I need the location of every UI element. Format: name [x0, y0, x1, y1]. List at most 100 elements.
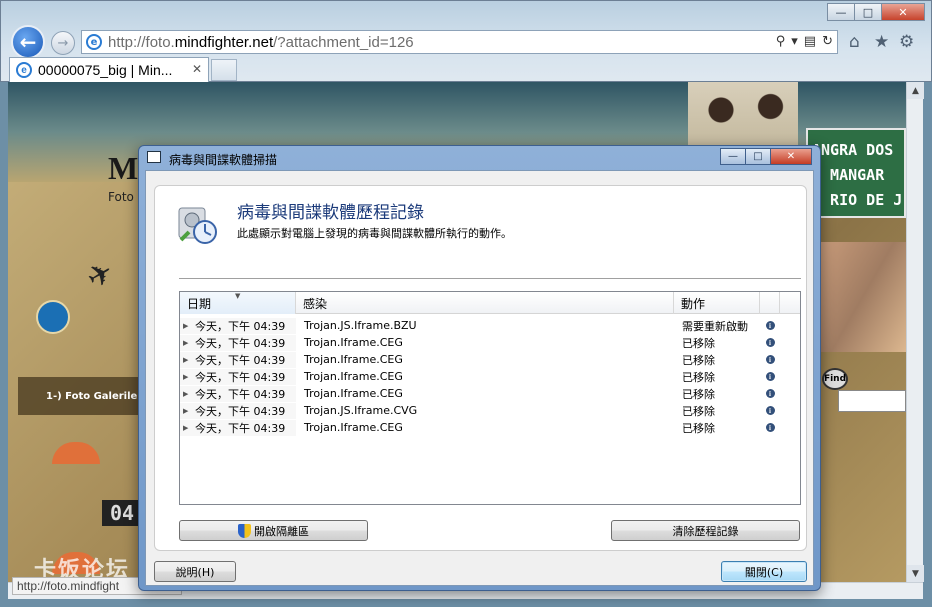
site-search-input[interactable] — [838, 390, 906, 412]
tab-favicon-icon: e — [16, 62, 32, 78]
table-rows: ▶ 今天，下午 04:39 Trojan.JS.Iframe.BZU 需要重新啟動 i ▶… — [180, 317, 800, 436]
infection-cell: Trojan.Iframe.CEG — [304, 370, 403, 383]
address-bar[interactable]: e http://foto.mindfighter.net/?attachmen… — [81, 30, 838, 54]
table-header: 日期 ▼ 感染 動作 — [180, 292, 800, 314]
dialog-minimize-button[interactable]: — — [720, 148, 746, 165]
table-row[interactable]: ▶ 今天，下午 04:39 Trojan.Iframe.CEG 已移除 i — [180, 419, 800, 436]
tab-close-icon[interactable]: ✕ — [192, 62, 202, 76]
close-window-button[interactable]: ✕ — [881, 3, 925, 21]
refresh-icon[interactable]: ↻ — [822, 34, 833, 49]
site-clock: 04 — [102, 500, 142, 526]
compat-view-icon[interactable]: ▤ — [804, 34, 816, 49]
infection-cell: Trojan.Iframe.CEG — [304, 421, 403, 434]
date-text: 今天，下午 04:39 — [195, 336, 286, 350]
column-header-label: 感染 — [303, 296, 328, 311]
dialog-close-button[interactable]: ✕ — [770, 148, 812, 165]
dialog-title: 病毒與間諜軟體掃描 — [169, 153, 278, 167]
dialog-window-icon — [147, 151, 161, 163]
gear-icon[interactable]: ⚙ — [899, 32, 914, 52]
expand-arrow-icon[interactable]: ▶ — [183, 424, 195, 432]
history-table[interactable]: 日期 ▼ 感染 動作 ▶ 今天，下午 04:39 Trojan.JS.Iframe.… — [179, 291, 801, 505]
scroll-up-icon[interactable]: ▲ — [907, 82, 924, 99]
column-header-action[interactable]: 動作 — [674, 292, 760, 314]
info-icon[interactable]: i — [765, 355, 775, 364]
find-button[interactable]: Find — [822, 368, 848, 390]
sign-line: ANGRA DOS — [812, 141, 894, 159]
column-header-date[interactable]: 日期 ▼ — [180, 292, 296, 314]
action-cell: 已移除 — [682, 336, 715, 350]
expand-arrow-icon[interactable]: ▶ — [183, 322, 195, 330]
history-description: 此處顯示對電腦上發現的病毒與間諜軟體所執行的動作。 — [237, 227, 512, 240]
date-cell: ▶ 今天，下午 04:39 — [180, 385, 296, 402]
date-text: 今天，下午 04:39 — [195, 421, 286, 435]
clear-history-button[interactable]: 清除歷程記錄 — [611, 520, 800, 541]
action-cell: 已移除 — [682, 421, 715, 435]
open-quarantine-button[interactable]: 開啟隔離區 — [179, 520, 368, 541]
history-dialog: 病毒與間諜軟體掃描 — □ ✕ 病毒與間諜軟體歷程記錄 此處顯示對電腦上發現的病… — [138, 145, 821, 591]
history-heading: 病毒與間諜軟體歷程記錄 — [237, 203, 424, 223]
road-sign: ANGRA DOS ← MANGAR ← RIO DE J — [806, 128, 906, 218]
column-header-label: 動作 — [681, 296, 706, 311]
dropdown-icon[interactable]: ▾ — [791, 34, 798, 49]
date-cell: ▶ 今天，下午 04:39 — [180, 351, 296, 368]
maximize-button[interactable]: □ — [854, 3, 882, 21]
infection-cell: Trojan.JS.Iframe.BZU — [304, 319, 417, 332]
favorites-star-icon[interactable]: ★ — [874, 32, 889, 52]
expand-arrow-icon[interactable]: ▶ — [183, 356, 195, 364]
expand-arrow-icon[interactable]: ▶ — [183, 339, 195, 347]
column-header-infection[interactable]: 感染 — [296, 292, 674, 314]
info-icon[interactable]: i — [765, 406, 775, 415]
table-row[interactable]: ▶ 今天，下午 04:39 Trojan.Iframe.CEG 已移除 i — [180, 385, 800, 402]
date-cell: ▶ 今天，下午 04:39 — [180, 334, 296, 351]
dialog-window-controls: — □ ✕ — [720, 148, 812, 165]
expand-arrow-icon[interactable]: ▶ — [183, 407, 195, 415]
table-row[interactable]: ▶ 今天，下午 04:39 Trojan.Iframe.CEG 已移除 i — [180, 368, 800, 385]
minimize-button[interactable]: — — [827, 3, 855, 21]
help-button[interactable]: 說明(H) — [154, 561, 236, 582]
sort-arrow-icon: ▼ — [235, 292, 241, 300]
vertical-scrollbar[interactable]: ▲ ▼ — [906, 82, 924, 582]
forward-arrow-icon[interactable]: → — [51, 31, 75, 55]
dialog-body: 病毒與間諜軟體歷程記錄 此處顯示對電腦上發現的病毒與間諜軟體所執行的動作。 日期… — [145, 170, 814, 586]
action-cell: 需要重新啟動 — [682, 319, 748, 333]
antivirus-scan-icon — [178, 207, 217, 244]
divider — [179, 278, 801, 279]
info-icon[interactable]: i — [765, 338, 775, 347]
action-cell: 已移除 — [682, 370, 715, 384]
tab-title: 00000075_big | Min... — [38, 62, 173, 78]
home-icon[interactable]: ⌂ — [849, 32, 860, 52]
info-icon[interactable]: i — [765, 389, 775, 398]
infection-cell: Trojan.Iframe.CEG — [304, 387, 403, 400]
close-button[interactable]: 關閉(C) — [721, 561, 807, 582]
sign-line: ← MANGAR — [812, 166, 885, 184]
browser-chrome: — □ ✕ ← → e http://foto.mindfighter.net/… — [0, 0, 932, 82]
back-arrow-icon[interactable]: ← — [11, 25, 45, 59]
tab-active[interactable]: e 00000075_big | Min... ✕ — [9, 57, 209, 82]
site-brand-sub: Foto — [108, 190, 134, 204]
table-row[interactable]: ▶ 今天，下午 04:39 Trojan.Iframe.CEG 已移除 i — [180, 351, 800, 368]
expand-arrow-icon[interactable]: ▶ — [183, 373, 195, 381]
info-icon[interactable]: i — [765, 321, 775, 330]
info-icon[interactable]: i — [765, 372, 775, 381]
expand-arrow-icon[interactable]: ▶ — [183, 390, 195, 398]
sign-line: ← RIO DE J — [812, 191, 903, 209]
content-panel: 病毒與間諜軟體歷程記錄 此處顯示對電腦上發現的病毒與間諜軟體所執行的動作。 日期… — [154, 185, 807, 551]
new-tab-button[interactable] — [211, 59, 237, 81]
info-icon[interactable]: i — [765, 423, 775, 432]
site-nav-item[interactable]: 1-) Foto Galeriler — [18, 377, 158, 415]
open-quarantine-label: 開啟隔離區 — [254, 524, 309, 538]
info-cell: i — [760, 355, 780, 364]
scroll-down-icon[interactable]: ▼ — [907, 565, 924, 582]
table-row[interactable]: ▶ 今天，下午 04:39 Trojan.JS.Iframe.BZU 需要重新啟動 i — [180, 317, 800, 334]
action-cell: 已移除 — [682, 404, 715, 418]
table-row[interactable]: ▶ 今天，下午 04:39 Trojan.Iframe.CEG 已移除 i — [180, 334, 800, 351]
window-controls: — □ ✕ — [827, 3, 925, 21]
search-icon[interactable]: ⚲ — [776, 34, 786, 49]
infection-cell: Trojan.Iframe.CEG — [304, 336, 403, 349]
table-row[interactable]: ▶ 今天，下午 04:39 Trojan.JS.Iframe.CVG 已移除 i — [180, 402, 800, 419]
info-cell: i — [760, 389, 780, 398]
date-text: 今天，下午 04:39 — [195, 319, 286, 333]
info-cell: i — [760, 406, 780, 415]
column-header-info — [760, 292, 780, 314]
dialog-maximize-button[interactable]: □ — [745, 148, 771, 165]
